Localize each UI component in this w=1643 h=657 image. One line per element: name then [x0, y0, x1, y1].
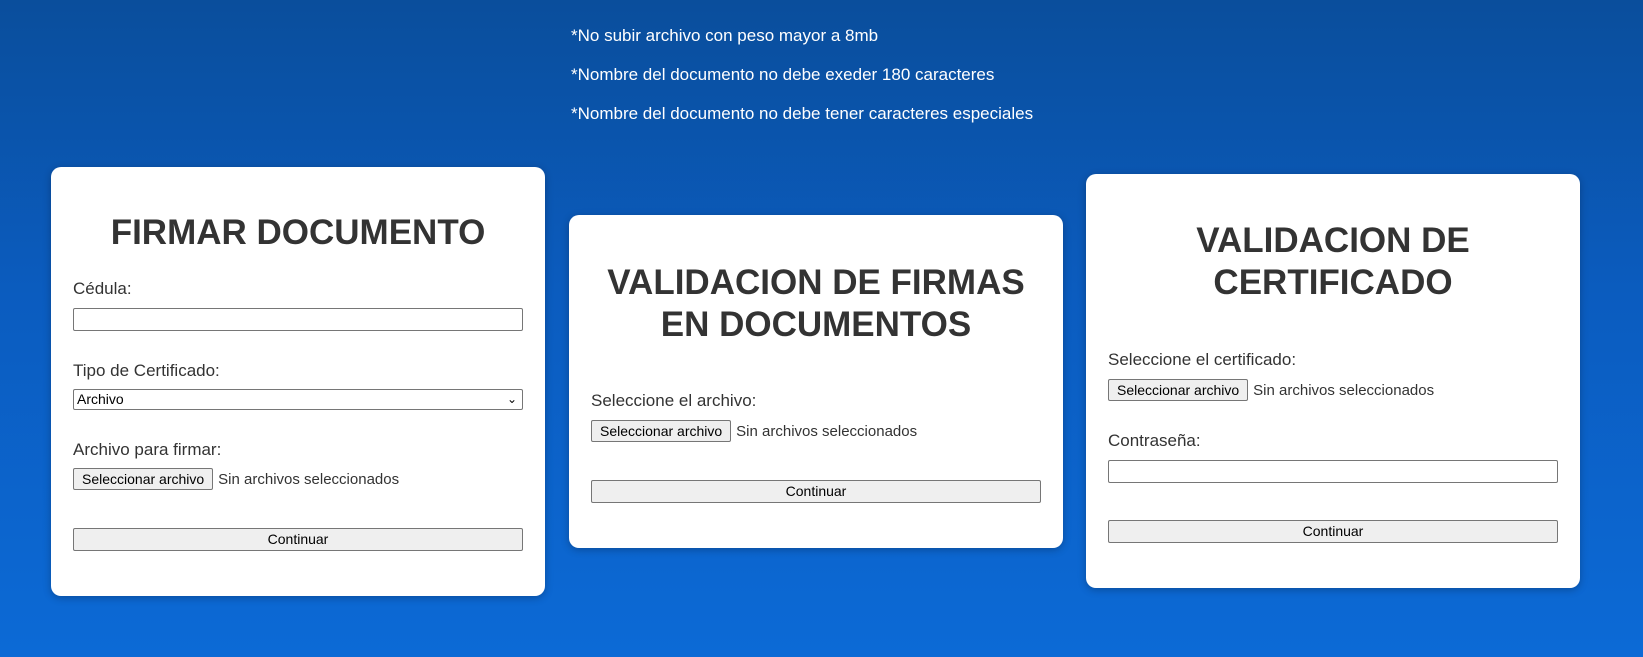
validate-certificate-title: VALIDACION DE CERTIFICADO	[1086, 220, 1580, 304]
validate-signatures-card: VALIDACION DE FIRMAS EN DOCUMENTOS Selec…	[569, 215, 1063, 548]
continue-button[interactable]: Continuar	[591, 480, 1041, 503]
upload-notes: *No subir archivo con peso mayor a 8mb *…	[571, 26, 1033, 143]
note-name-length: *Nombre del documento no debe exeder 180…	[571, 65, 995, 84]
select-file-button[interactable]: Seleccionar archivo	[73, 468, 214, 490]
tipo-certificado-label: Tipo de Certificado:	[73, 361, 220, 380]
seleccione-archivo-label: Seleccione el archivo:	[591, 391, 757, 410]
cedula-label: Cédula:	[73, 279, 132, 298]
archivo-firmar-label: Archivo para firmar:	[73, 440, 222, 459]
continue-button[interactable]: Continuar	[1108, 520, 1558, 543]
tipo-certificado-select[interactable]: Archivo ⌄	[73, 389, 523, 410]
validate-certificate-card: VALIDACION DE CERTIFICADO Seleccione el …	[1086, 174, 1580, 588]
validate-signatures-title: VALIDACION DE FIRMAS EN DOCUMENTOS	[569, 262, 1063, 346]
note-max-size: *No subir archivo con peso mayor a 8mb	[571, 26, 879, 45]
validate-signatures-title-line1: VALIDACION DE FIRMAS	[607, 263, 1025, 302]
select-file-button[interactable]: Seleccionar archivo	[591, 420, 732, 442]
validate-certificate-title-line2: CERTIFICADO	[1213, 263, 1453, 302]
validate-certificate-title-line1: VALIDACION DE	[1196, 221, 1470, 260]
cedula-input[interactable]	[73, 308, 523, 331]
contrasena-label: Contraseña:	[1108, 431, 1201, 450]
seleccione-certificado-file-input: Seleccionar archivo Sin archivos selecci…	[1108, 379, 1434, 401]
continue-button[interactable]: Continuar	[73, 528, 523, 551]
file-status: Sin archivos seleccionados	[1253, 381, 1435, 399]
password-input[interactable]	[1108, 460, 1558, 483]
seleccione-certificado-label: Seleccione el certificado:	[1108, 350, 1297, 369]
sign-document-card: FIRMAR DOCUMENTO Cédula: Tipo de Certifi…	[51, 167, 545, 596]
file-status: Sin archivos seleccionados	[736, 422, 918, 440]
select-file-button[interactable]: Seleccionar archivo	[1108, 379, 1249, 401]
chevron-down-icon: ⌄	[506, 392, 517, 406]
note-special-chars: *Nombre del documento no debe tener cara…	[571, 104, 1034, 123]
file-status: Sin archivos seleccionados	[218, 470, 400, 488]
seleccione-archivo-file-input: Seleccionar archivo Sin archivos selecci…	[591, 420, 917, 442]
sign-document-title: FIRMAR DOCUMENTO	[110, 213, 486, 252]
validate-signatures-title-line2: EN DOCUMENTOS	[660, 305, 972, 344]
tipo-certificado-value: Archivo	[77, 391, 124, 407]
archivo-firmar-file-input: Seleccionar archivo Sin archivos selecci…	[73, 468, 399, 490]
